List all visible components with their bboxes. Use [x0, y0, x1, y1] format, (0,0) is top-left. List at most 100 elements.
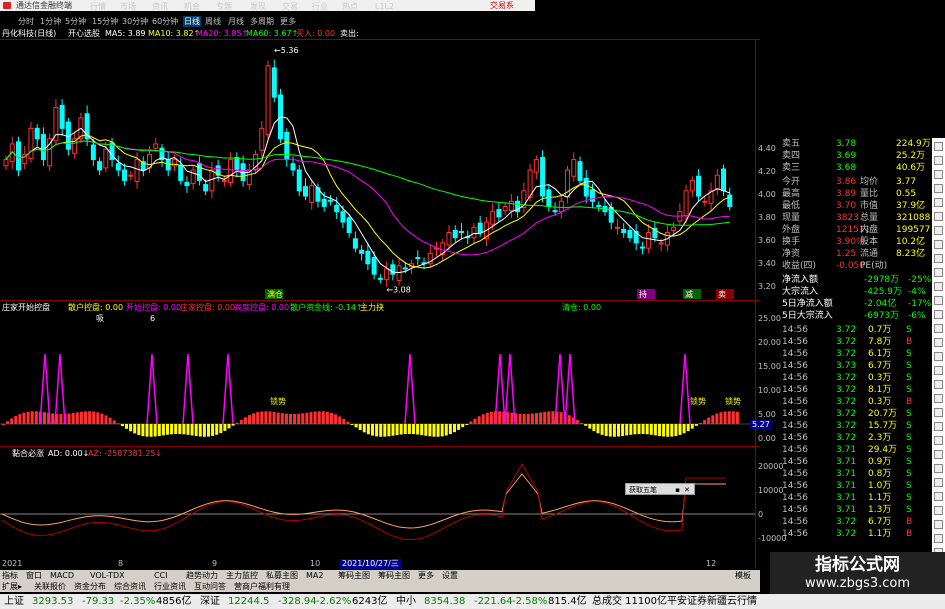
period-tab-30m[interactable]: 30分钟 — [122, 16, 148, 27]
indicator-tab[interactable]: CCI — [154, 570, 168, 581]
info-tab[interactable]: 行业资讯 — [154, 581, 186, 592]
side-tool-icon[interactable] — [934, 394, 943, 403]
menu-item-level[interactable]: L1L2 — [375, 2, 394, 11]
stock-name[interactable]: 丹化科技(日线) — [2, 28, 56, 39]
period-tab-60m[interactable]: 60分钟 — [152, 16, 178, 27]
sub2-chart[interactable] — [0, 459, 755, 559]
side-tool-icon[interactable] — [934, 310, 943, 319]
select-method[interactable]: 开心选股 — [68, 28, 100, 39]
indicator-tab[interactable]: 筹码主图 — [338, 570, 370, 581]
period-tab-15m[interactable]: 15分钟 — [92, 16, 118, 27]
stat-value: 1.25 — [836, 249, 857, 259]
indicator-tab[interactable]: 指标 — [2, 570, 18, 581]
kline-chart[interactable]: ←5.36 ←3.08 满仓 持 减 卖 — [0, 40, 755, 300]
candle-body — [265, 65, 271, 136]
side-tool-icon[interactable] — [934, 156, 943, 165]
side-tool-icon[interactable] — [934, 324, 943, 333]
indicator-tab[interactable]: 趋势动力 — [186, 570, 218, 581]
period-tab-intraday[interactable]: 分时 — [18, 16, 34, 27]
histogram-bar — [477, 416, 481, 424]
sub1-chart[interactable]: 锁势 锁势 锁势 — [0, 324, 755, 446]
menu-item-news[interactable]: 资讯 — [152, 2, 168, 11]
side-tool-icon[interactable] — [934, 268, 943, 277]
side-tool-icon[interactable] — [934, 142, 943, 151]
side-tool-icon[interactable] — [934, 282, 943, 291]
candle-body — [540, 157, 546, 197]
menu-item-quotes[interactable]: 行情 — [90, 2, 106, 11]
side-tool-icon[interactable] — [934, 240, 943, 249]
indicator-tab[interactable]: 私募主图 — [266, 570, 298, 581]
template-label[interactable]: 模板 — [735, 570, 760, 581]
side-tool-icon[interactable] — [934, 478, 943, 487]
tick-time: 14:56 — [782, 397, 808, 407]
sub1-title[interactable]: 庄家开始控盘 — [2, 302, 50, 313]
side-tool-icon[interactable] — [934, 352, 943, 361]
menu-item-opportunity[interactable]: 机会 — [184, 2, 200, 11]
popup-menu[interactable]: 获取五笔 ▪ ✕ — [625, 483, 695, 495]
indicator-tab[interactable]: MACD — [50, 570, 74, 581]
indicator-tab[interactable]: 窗口 — [26, 570, 42, 581]
side-tool-icon[interactable] — [934, 520, 943, 529]
side-tool-icon[interactable] — [934, 184, 943, 193]
sub2-title[interactable]: 黏合必涨 — [12, 448, 44, 459]
indicator-tab[interactable]: 更多 — [418, 570, 434, 581]
ask-row[interactable]: 卖五 3.78 224.9万 — [756, 138, 932, 150]
histogram-bar — [43, 412, 46, 424]
popup-close-icon[interactable]: ✕ — [684, 484, 690, 496]
index-name[interactable]: 深证 — [200, 594, 220, 609]
side-tool-icon[interactable] — [934, 296, 943, 305]
popup-pin-icon[interactable]: ▪ — [675, 484, 680, 496]
tick-side: S — [906, 361, 912, 371]
side-tool-icon[interactable] — [934, 422, 943, 431]
info-tab[interactable]: 资金分布 — [74, 581, 106, 592]
candle-body — [309, 185, 315, 203]
side-tool-icon[interactable] — [934, 254, 943, 263]
indicator-tab[interactable]: 筹码主图 — [378, 570, 410, 581]
tick-row: 14:56 3.72 6.1万 S — [756, 348, 932, 360]
period-tab-multi[interactable]: 多周期 — [250, 16, 274, 27]
side-tool-icon[interactable] — [934, 492, 943, 501]
index-name[interactable]: 中小 — [396, 594, 416, 609]
ask-row[interactable]: 卖四 3.69 25.2万 — [756, 150, 932, 162]
side-tool-icon[interactable] — [934, 464, 943, 473]
side-tool-icon[interactable] — [934, 506, 943, 515]
period-tab-1m[interactable]: 1分钟 — [40, 16, 61, 27]
menu-item-trade[interactable]: 交易 — [282, 2, 298, 11]
side-tool-icon[interactable] — [934, 408, 943, 417]
control-spike — [182, 353, 194, 425]
menu-item-market[interactable]: 市场 — [120, 2, 136, 11]
side-tool-icon[interactable] — [934, 170, 943, 179]
period-tab-daily[interactable]: 日线 — [183, 16, 201, 27]
info-tab[interactable]: 关联报价 — [34, 581, 66, 592]
menu-item-hot[interactable]: 热点 — [342, 2, 358, 11]
ask-label: 卖三 — [782, 163, 801, 173]
menu-item-topics[interactable]: 专题 — [216, 2, 232, 11]
info-tab[interactable]: 营商户福利有理 — [234, 581, 290, 592]
side-tool-icon[interactable] — [934, 534, 943, 543]
info-tab[interactable]: 互动问答 — [194, 581, 226, 592]
side-tool-icon[interactable] — [934, 450, 943, 459]
side-tool-icon[interactable] — [934, 212, 943, 221]
popup-label[interactable]: 获取五笔 — [629, 486, 657, 494]
period-tab-5m[interactable]: 5分钟 — [65, 16, 86, 27]
side-tool-icon[interactable] — [934, 338, 943, 347]
side-tool-icon[interactable] — [934, 198, 943, 207]
indicator-tab[interactable]: 设置 — [442, 570, 458, 581]
index-name[interactable]: 上证 — [4, 594, 24, 609]
period-tab-weekly[interactable]: 周线 — [205, 16, 221, 27]
menu-item-industry[interactable]: 行业 — [312, 2, 328, 11]
period-tab-more[interactable]: 更多 — [280, 16, 296, 27]
side-tool-icon[interactable] — [934, 436, 943, 445]
indicator-tab[interactable]: VOL-TDX — [90, 570, 125, 581]
side-tool-icon[interactable] — [934, 226, 943, 235]
side-tool-icon[interactable] — [934, 380, 943, 389]
menu-item-discover[interactable]: 发现 — [250, 2, 266, 11]
period-tab-monthly[interactable]: 月线 — [228, 16, 244, 27]
info-tab[interactable]: 扩展▸ — [2, 581, 22, 592]
side-tool-icon[interactable] — [934, 366, 943, 375]
indicator-tab[interactable]: MA2 — [306, 570, 323, 581]
info-tab[interactable]: 综合资讯 — [114, 581, 146, 592]
indicator-tab[interactable]: 主力监控 — [226, 570, 258, 581]
ask-row[interactable]: 卖三 3.68 40.6万 — [756, 162, 932, 174]
flow-row: 大宗流入 -425.9万 -4% — [756, 286, 932, 298]
